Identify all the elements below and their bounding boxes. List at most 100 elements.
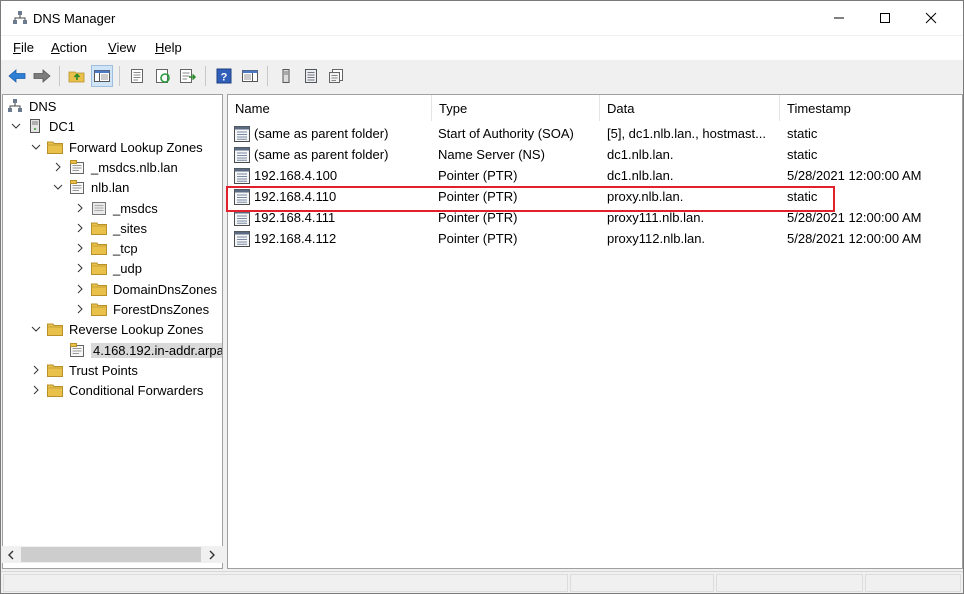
dns-record-icon: [234, 126, 250, 142]
tree-label: _msdcs.nlb.lan: [91, 159, 178, 175]
up-folder-icon: [68, 71, 85, 83]
folder-icon: [91, 240, 107, 256]
chevron-right-icon[interactable]: [73, 261, 87, 275]
help-button[interactable]: ?: [213, 65, 235, 87]
chevron-right-icon[interactable]: [73, 221, 87, 235]
records-list[interactable]: Name Type Data Timestamp (same as parent…: [227, 94, 963, 569]
close-button[interactable]: [908, 1, 954, 35]
cell-timestamp: static: [787, 126, 818, 141]
chevron-down-icon[interactable]: [29, 140, 43, 154]
chevron-right-icon[interactable]: [73, 282, 87, 296]
record-row[interactable]: (same as parent folder) Start of Authorit…: [232, 124, 962, 145]
tree-item-nlb-lan[interactable]: nlb.lan: [51, 177, 129, 197]
cell-timestamp: static: [787, 147, 818, 162]
tree-item-dc1[interactable]: DC1: [9, 116, 75, 136]
record-row[interactable]: 192.168.4.100 Pointer (PTR) dc1.nlb.lan. 5/…: [232, 166, 962, 187]
tree-item-sites[interactable]: _sites: [73, 218, 147, 238]
dns-record-icon: [234, 168, 250, 184]
show-hide-console-tree-button[interactable]: [91, 65, 113, 87]
cell-name: 192.168.4.110: [254, 189, 337, 204]
tree-item-trust-points[interactable]: Trust Points: [29, 360, 138, 380]
window-title: DNS Manager: [33, 11, 116, 26]
show-hide-action-pane-button[interactable]: [239, 65, 261, 87]
maximize-button[interactable]: [862, 1, 908, 35]
refresh-button[interactable]: [152, 65, 174, 87]
new-alias-icon: [305, 69, 317, 83]
forward-icon: [33, 69, 51, 83]
up-folder-button[interactable]: [66, 65, 88, 87]
record-row[interactable]: 192.168.4.111 Pointer (PTR) proxy111.nlb.l…: [232, 208, 962, 229]
tree-item-reverse-zone[interactable]: 4.168.192.in-addr.arpa: [69, 340, 222, 360]
chevron-right-icon[interactable]: [29, 363, 43, 377]
chevron-right-icon[interactable]: [73, 201, 87, 215]
record-row[interactable]: (same as parent folder) Name Server (NS) d…: [232, 145, 962, 166]
cell-type: Pointer (PTR): [438, 231, 518, 246]
tree-label: _tcp: [113, 240, 138, 256]
tree-item-domaindnszones[interactable]: DomainDnsZones: [73, 279, 217, 299]
tree-label: Trust Points: [69, 362, 138, 378]
chevron-right-icon[interactable]: [73, 302, 87, 316]
tree-item-conditional-forwarders[interactable]: Conditional Forwarders: [29, 380, 203, 400]
tree-label: DomainDnsZones: [113, 281, 218, 297]
column-header-data[interactable]: Data: [600, 95, 780, 121]
new-mail-exchanger-button[interactable]: [325, 65, 347, 87]
tree-item-reverse-lookup-zones[interactable]: Reverse Lookup Zones: [29, 319, 203, 339]
delegated-folder-icon: [91, 200, 107, 216]
tree-item-msdcs-nlb-lan[interactable]: _msdcs.nlb.lan: [51, 157, 178, 177]
chevron-down-icon[interactable]: [9, 119, 23, 133]
cell-name: 192.168.4.100: [254, 168, 338, 183]
record-row[interactable]: 192.168.4.112 Pointer (PTR) proxy112.nlb.l…: [232, 229, 962, 250]
folder-icon: [47, 382, 63, 398]
menu-file-hotkey: F: [13, 40, 21, 55]
tree-item-dns[interactable]: DNS: [7, 96, 56, 116]
chevron-right-icon[interactable]: [29, 383, 43, 397]
record-row[interactable]: 192.168.4.110 Pointer (PTR) proxy.nlb.lan.…: [232, 187, 962, 208]
column-header-name[interactable]: Name: [228, 95, 432, 121]
menu-help-label: elp: [164, 40, 182, 55]
folder-icon: [47, 321, 63, 337]
menu-file[interactable]: File: [13, 40, 34, 55]
tree-item-forestdnszones[interactable]: ForestDnsZones: [73, 299, 209, 319]
forward-button[interactable]: [31, 65, 53, 87]
properties-button[interactable]: [126, 65, 148, 87]
toolbar-separator: [205, 66, 206, 86]
back-button[interactable]: [6, 65, 28, 87]
tree-item-udp[interactable]: _udp: [73, 258, 142, 278]
scroll-left-icon[interactable]: [7, 550, 15, 560]
dns-record-icon: [234, 189, 250, 205]
menu-view-label: iew: [116, 40, 136, 55]
tree-item-msdcs[interactable]: _msdcs: [73, 198, 158, 218]
chevron-right-icon[interactable]: [51, 160, 65, 174]
menu-action-label: ction: [59, 40, 88, 55]
toolbar-separator: [59, 66, 60, 86]
chevron-down-icon[interactable]: [29, 322, 43, 336]
tree-label: nlb.lan: [91, 179, 130, 195]
scrollbar-thumb[interactable]: [21, 547, 201, 562]
chevron-right-icon[interactable]: [73, 241, 87, 255]
column-header-type[interactable]: Type: [432, 95, 600, 121]
folder-icon: [47, 139, 63, 155]
cell-data: dc1.nlb.lan.: [607, 168, 674, 183]
toolbar: ?: [1, 61, 963, 91]
new-alias-button[interactable]: [300, 65, 322, 87]
menu-action-hotkey: A: [51, 40, 60, 55]
tree-item-forward-lookup-zones[interactable]: Forward Lookup Zones: [29, 137, 203, 157]
menu-view[interactable]: View: [108, 40, 136, 55]
menu-help[interactable]: Help: [155, 40, 182, 55]
minimize-button[interactable]: [816, 1, 862, 35]
cell-name: 192.168.4.112: [254, 231, 337, 246]
column-header-timestamp[interactable]: Timestamp: [780, 95, 962, 121]
scroll-right-icon[interactable]: [208, 550, 216, 560]
export-list-icon: [180, 69, 197, 83]
new-host-button[interactable]: [275, 65, 297, 87]
tree-horizontal-scrollbar[interactable]: [2, 546, 223, 563]
export-list-button[interactable]: [177, 65, 199, 87]
chevron-down-icon[interactable]: [51, 180, 65, 194]
cell-name: (same as parent folder): [254, 126, 389, 141]
menu-action[interactable]: Action: [51, 40, 87, 55]
tree-label: DC1: [49, 118, 76, 134]
console-tree[interactable]: DNS DC1 Forward Lookup Zones _msdcs.nlb.…: [2, 94, 223, 569]
cell-type: Start of Authority (SOA): [438, 126, 574, 141]
tree-item-tcp[interactable]: _tcp: [73, 238, 138, 258]
toolbar-separator: [267, 66, 268, 86]
